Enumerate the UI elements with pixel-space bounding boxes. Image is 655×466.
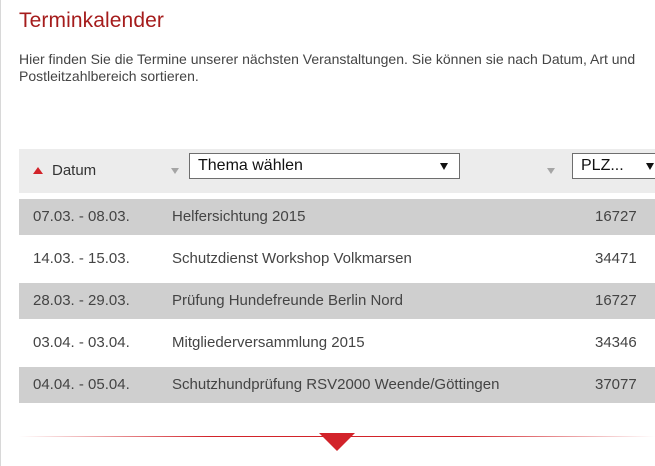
event-date: 14.03. - 15.03. — [33, 250, 130, 267]
event-row[interactable]: 28.03. - 29.03. Prüfung Hundefreunde Ber… — [19, 283, 655, 319]
event-row[interactable]: 14.03. - 15.03. Schutzdienst Workshop Vo… — [19, 241, 655, 277]
plz-select-value: PLZ... — [581, 157, 624, 174]
event-topic[interactable]: Schutzhundprüfung RSV2000 Weende/Götting… — [172, 376, 499, 393]
intro-text: Hier finden Sie die Termine unserer näch… — [19, 51, 636, 84]
event-topic[interactable]: Schutzdienst Workshop Volkmarsen — [172, 250, 412, 267]
event-date: 03.04. - 03.04. — [33, 334, 130, 351]
dropdown-triangle-icon — [440, 163, 448, 170]
event-plz: 16727 — [595, 208, 637, 225]
event-row[interactable]: 03.04. - 03.04. Mitgliederversammlung 20… — [19, 325, 655, 361]
table-header: Datum Thema wählen PLZ... — [19, 149, 655, 193]
event-row[interactable]: 07.03. - 08.03. Helfersichtung 2015 1672… — [19, 199, 655, 235]
event-plz: 34471 — [595, 250, 637, 267]
event-plz: 34346 — [595, 334, 637, 351]
thema-select[interactable]: Thema wählen — [189, 153, 460, 179]
event-topic[interactable]: Mitgliederversammlung 2015 — [172, 334, 365, 351]
left-border — [0, 0, 1, 466]
event-plz: 16727 — [595, 292, 637, 309]
dropdown-triangle-icon — [646, 163, 654, 170]
sort-descending-icon[interactable] — [171, 168, 179, 174]
event-plz: 37077 — [595, 376, 637, 393]
sort-descending-icon[interactable] — [547, 168, 555, 174]
chevron-down-icon[interactable] — [319, 433, 355, 451]
plz-select[interactable]: PLZ... — [572, 153, 655, 179]
sort-by-date-button[interactable]: Datum — [52, 162, 96, 179]
sort-ascending-icon[interactable] — [33, 167, 43, 174]
thema-select-value: Thema wählen — [198, 157, 303, 174]
event-list: 07.03. - 08.03. Helfersichtung 2015 1672… — [19, 199, 655, 409]
event-date: 04.04. - 05.04. — [33, 376, 130, 393]
event-date: 28.03. - 29.03. — [33, 292, 130, 309]
event-row[interactable]: 04.04. - 05.04. Schutzhundprüfung RSV200… — [19, 367, 655, 403]
event-topic[interactable]: Prüfung Hundefreunde Berlin Nord — [172, 292, 403, 309]
event-topic[interactable]: Helfersichtung 2015 — [172, 208, 305, 225]
page-title: Terminkalender — [19, 9, 164, 32]
event-date: 07.03. - 08.03. — [33, 208, 130, 225]
